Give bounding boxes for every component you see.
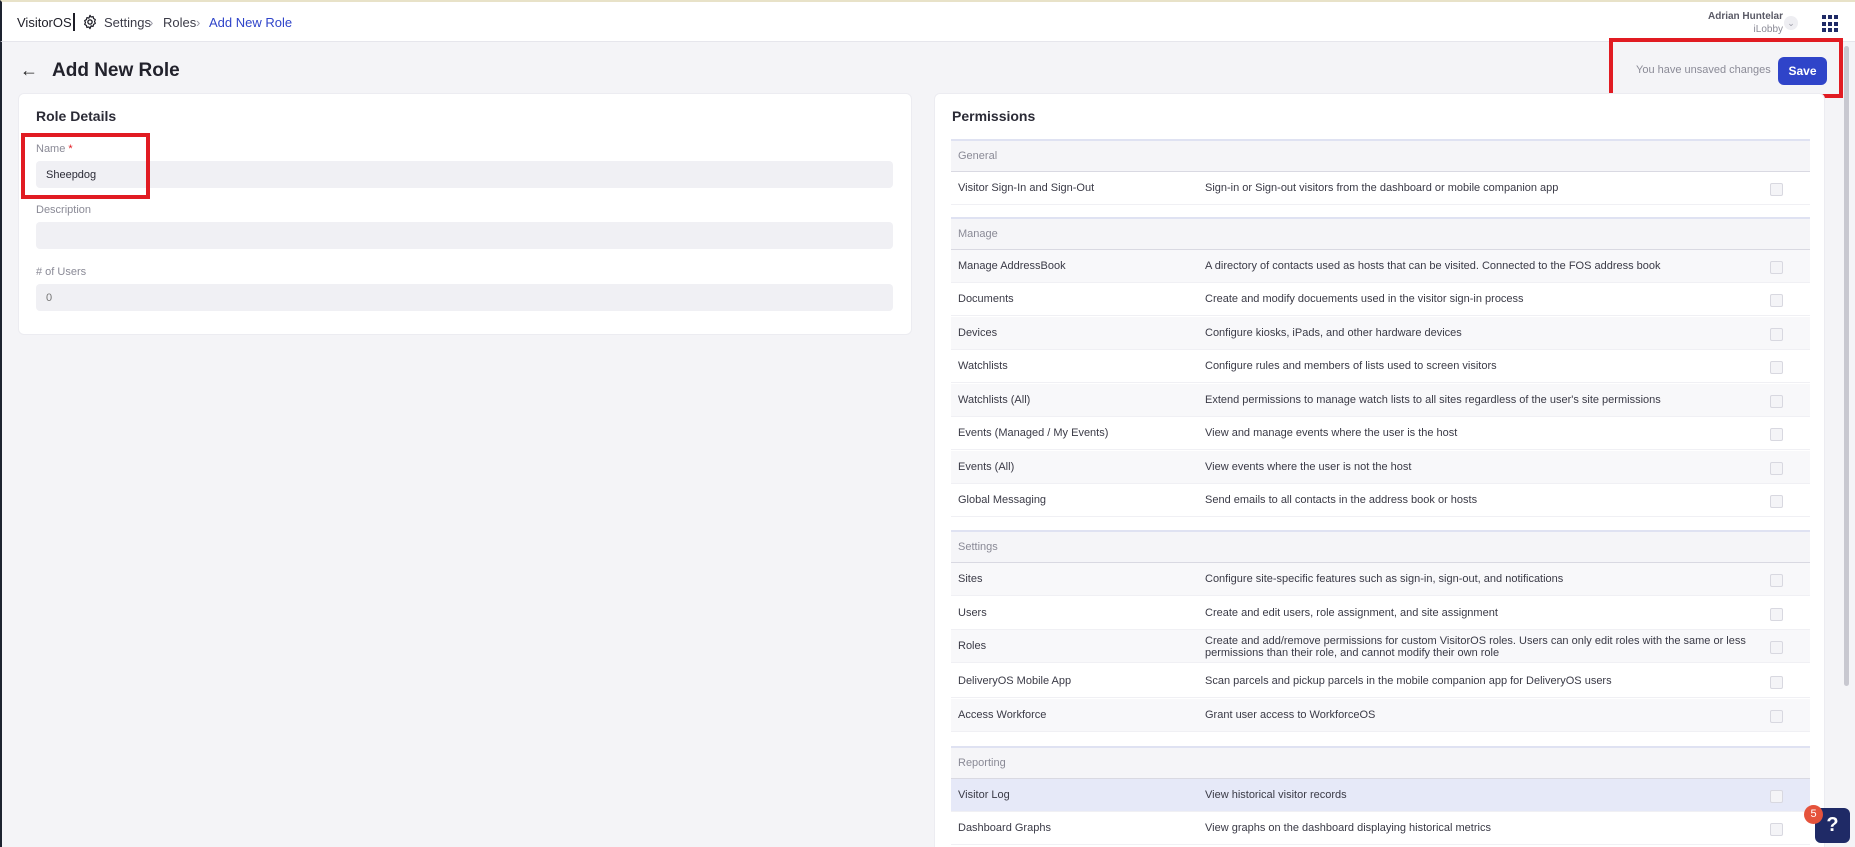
gear-icon [84, 14, 96, 30]
permission-row: Devices Configure kiosks, iPads, and oth… [951, 317, 1810, 350]
permission-checkbox[interactable] [1770, 462, 1783, 475]
permission-description: Scan parcels and pickup parcels in the m… [1205, 675, 1612, 687]
permission-checkbox[interactable] [1770, 183, 1783, 196]
permission-checkbox[interactable] [1770, 641, 1783, 654]
permission-name: Events (All) [958, 461, 1015, 473]
apps-grid-icon[interactable] [1822, 15, 1840, 33]
permission-row: Watchlists Configure rules and members o… [951, 350, 1810, 383]
permission-description: Create and edit users, role assignment, … [1205, 607, 1498, 619]
permission-row: Events (Managed / My Events) View and ma… [951, 417, 1810, 450]
permission-name: Documents [958, 293, 1014, 305]
permission-checkbox[interactable] [1770, 328, 1783, 341]
permission-name: Visitor Sign-In and Sign-Out [958, 182, 1095, 194]
permission-name: Global Messaging [958, 494, 1047, 506]
annotation-highlight-name [21, 133, 150, 199]
permission-name: Sites [958, 573, 983, 585]
chevron-down-icon[interactable]: ⌄ [1784, 16, 1798, 30]
permission-name: DeliveryOS Mobile App [958, 675, 1072, 687]
permission-name: Dashboard Graphs [958, 822, 1051, 834]
permission-row: Visitor Log View historical visitor reco… [951, 779, 1810, 812]
permission-name: Watchlists [958, 360, 1008, 372]
permission-row: Users Create and edit users, role assign… [951, 597, 1810, 630]
permission-description: Create and modify docuements used in the… [1205, 293, 1524, 305]
permission-description: Extend permissions to manage watch lists… [1205, 394, 1661, 406]
brand-separator [73, 13, 75, 31]
permission-name: Users [958, 607, 987, 619]
name-field[interactable] [36, 161, 893, 188]
unsaved-changes-text: You have unsaved changes [1636, 64, 1771, 76]
permission-description: Create and add/remove permissions for cu… [1205, 635, 1746, 659]
permission-description: View events where the user is not the ho… [1205, 461, 1412, 473]
permission-description: Grant user access to WorkforceOS [1205, 709, 1376, 721]
user-org[interactable]: iLobby [1754, 24, 1783, 35]
permission-row: Roles Create and add/remove permissions … [951, 630, 1810, 663]
permission-name: Watchlists (All) [958, 394, 1031, 406]
window-edge [0, 0, 2, 847]
save-button[interactable]: Save [1778, 57, 1827, 85]
permission-checkbox[interactable] [1770, 676, 1783, 689]
group-header-reporting: Reporting [951, 746, 1810, 779]
group-header-settings: Settings [951, 530, 1810, 563]
permission-name: Visitor Log [958, 789, 1010, 801]
permission-row: Manage AddressBook A directory of contac… [951, 250, 1810, 283]
permission-description: View and manage events where the user is… [1205, 427, 1458, 439]
brand-label[interactable]: VisitorOS [17, 15, 72, 30]
users-count-field [36, 284, 893, 311]
permission-checkbox[interactable] [1770, 361, 1783, 374]
permission-checkbox[interactable] [1770, 261, 1783, 274]
permission-checkbox[interactable] [1770, 790, 1783, 803]
user-name[interactable]: Adrian Huntelar [1708, 11, 1783, 22]
permission-name: Events (Managed / My Events) [958, 427, 1109, 439]
permission-checkbox[interactable] [1770, 428, 1783, 441]
chevron-right-icon: › [196, 15, 201, 30]
permission-checkbox[interactable] [1770, 710, 1783, 723]
permission-name: Manage AddressBook [958, 260, 1066, 272]
permission-description: Configure kiosks, iPads, and other hardw… [1205, 327, 1462, 339]
description-field[interactable] [36, 222, 893, 249]
permission-checkbox[interactable] [1770, 495, 1783, 508]
breadcrumb-roles[interactable]: Roles [163, 15, 196, 30]
users-count-label: # of Users [36, 266, 87, 278]
permission-description: View historical visitor records [1205, 789, 1347, 801]
breadcrumb-current: Add New Role [209, 15, 293, 30]
permission-checkbox[interactable] [1770, 395, 1783, 408]
chevron-right-icon: › [149, 15, 154, 30]
permission-description: A directory of contacts used as hosts th… [1205, 260, 1661, 272]
permissions-title: Permissions [952, 108, 1036, 124]
breadcrumb-settings[interactable]: Settings [104, 15, 151, 30]
permission-row: Sites Configure site-specific features s… [951, 563, 1810, 596]
arrow-left-icon[interactable]: ← [20, 60, 38, 81]
permission-row: Watchlists (All) Extend permissions to m… [951, 384, 1810, 417]
role-details-title: Role Details [36, 108, 117, 124]
permission-description: Configure rules and members of lists use… [1205, 360, 1497, 372]
permission-description: Sign-in or Sign-out visitors from the da… [1205, 182, 1559, 194]
permission-row: Dashboard Graphs View graphs on the dash… [951, 812, 1810, 845]
permission-row: DeliveryOS Mobile App Scan parcels and p… [951, 665, 1810, 698]
permission-checkbox[interactable] [1770, 608, 1783, 621]
permission-description: Configure site-specific features such as… [1205, 573, 1564, 585]
permission-row: Global Messaging Send emails to all cont… [951, 484, 1810, 517]
permission-checkbox[interactable] [1770, 574, 1783, 587]
group-header-general: General [951, 139, 1810, 172]
permission-row: Visitor Sign-In and Sign-Out Sign-in or … [951, 172, 1810, 205]
page-title: Add New Role [52, 60, 180, 81]
description-label: Description [36, 204, 92, 216]
permission-name: Roles [958, 640, 987, 652]
permission-description: Send emails to all contacts in the addre… [1205, 494, 1478, 506]
permission-row: Events (All) View events where the user … [951, 451, 1810, 484]
permission-row: Documents Create and modify docuements u… [951, 283, 1810, 316]
permission-name: Access Workforce [958, 709, 1047, 721]
notification-badge: 5 [1804, 805, 1823, 824]
permission-description: View graphs on the dashboard displaying … [1205, 822, 1491, 834]
scrollbar-thumb[interactable] [1844, 46, 1849, 686]
permission-checkbox[interactable] [1770, 823, 1783, 836]
permission-checkbox[interactable] [1770, 294, 1783, 307]
top-bar: VisitorOS Settings › Roles › Add New Rol… [0, 0, 1855, 42]
permission-row: Access Workforce Grant user access to Wo… [951, 699, 1810, 732]
permission-name: Devices [958, 327, 998, 339]
group-header-manage: Manage [951, 217, 1810, 250]
